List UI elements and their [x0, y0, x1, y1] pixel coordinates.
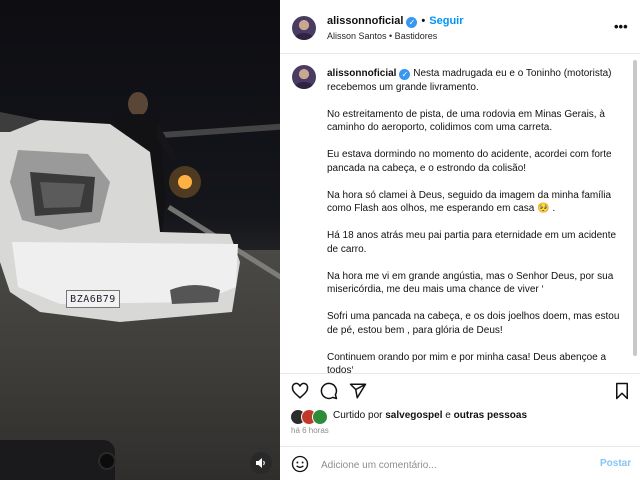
liker-avatars[interactable]: [290, 409, 330, 425]
post-comment-button[interactable]: Postar: [600, 458, 631, 469]
bookmark-icon[interactable]: [613, 382, 631, 400]
caption-paragraph: alissonnoficial ✓ Nesta madrugada eu e o …: [327, 67, 623, 94]
verified-badge-icon: ✓: [399, 69, 411, 80]
luggage-wheel: [98, 452, 116, 470]
caption-paragraph: No estreitamento de pista, de uma rodovi…: [327, 108, 605, 134]
post-panel: alissonnoficial ✓ • Seguir Alisson Santos •…: [280, 0, 640, 480]
likes-others-link[interactable]: outras pessoas: [454, 410, 527, 421]
likes-text: Curtido por salvegospel e outras pessoas: [333, 410, 527, 421]
caption-username[interactable]: alissonnoficial: [327, 68, 396, 79]
caption-paragraph: Na hora só clamei à Deus, seguido da ima…: [327, 189, 612, 215]
header-line: alissonnoficial ✓ • Seguir: [327, 15, 464, 28]
share-icon[interactable]: [349, 382, 367, 400]
caption-paragraph: Continuem orando por mim e por minha cas…: [327, 351, 607, 374]
caption-paragraph: Eu estava dormindo no momento do acident…: [327, 149, 612, 174]
action-bar: [280, 373, 640, 408]
likes-prefix: Curtido por: [333, 410, 383, 421]
comment-input[interactable]: [319, 455, 563, 475]
post-time[interactable]: há 6 horas: [291, 426, 329, 435]
caption-area: alissonnoficial ✓ Nesta madrugada eu e o …: [280, 55, 632, 373]
license-plate: BZA6B79: [66, 290, 120, 308]
speaker-icon-glyph: [256, 458, 265, 468]
speaker-icon[interactable]: [250, 452, 272, 474]
verified-badge-icon: ✓: [406, 17, 418, 28]
heart-icon[interactable]: [291, 382, 309, 400]
username-link[interactable]: alissonnoficial: [327, 15, 403, 27]
caption-paragraph: Na hora me vi em grande angústia, mas o …: [327, 270, 614, 296]
more-options-icon[interactable]: •••: [614, 19, 628, 34]
post-subtitle[interactable]: Alisson Santos • Bastidores: [327, 31, 437, 41]
post-photo[interactable]: BZA6B79: [0, 0, 280, 480]
emoji-icon[interactable]: [291, 455, 309, 473]
damaged-car: [0, 112, 240, 322]
caption-scrollbar[interactable]: [633, 60, 637, 356]
scrollbar-thumb[interactable]: [633, 60, 637, 356]
separator-dot: •: [421, 15, 426, 27]
likes-connector: e: [445, 410, 451, 421]
avatar[interactable]: [292, 16, 316, 40]
comment-bar: Postar: [280, 446, 640, 481]
comment-icon[interactable]: [320, 382, 338, 400]
liker-avatar: [312, 409, 328, 425]
caption-avatar[interactable]: [292, 65, 316, 89]
caption-paragraph: Há 18 anos atrás meu pai partia para ete…: [327, 230, 617, 255]
post-header: alissonnoficial ✓ • Seguir Alisson Santos •…: [280, 0, 640, 54]
follow-button[interactable]: Seguir: [429, 15, 463, 27]
liker-username[interactable]: salvegospel: [385, 410, 442, 421]
caption-text: alissonnoficial ✓ Nesta madrugada eu e o …: [327, 67, 623, 373]
likes-row: Curtido por salvegospel e outras pessoas: [290, 407, 630, 427]
caption-paragraph: Sofri uma pancada na cabeça, e os dois j…: [327, 311, 620, 336]
